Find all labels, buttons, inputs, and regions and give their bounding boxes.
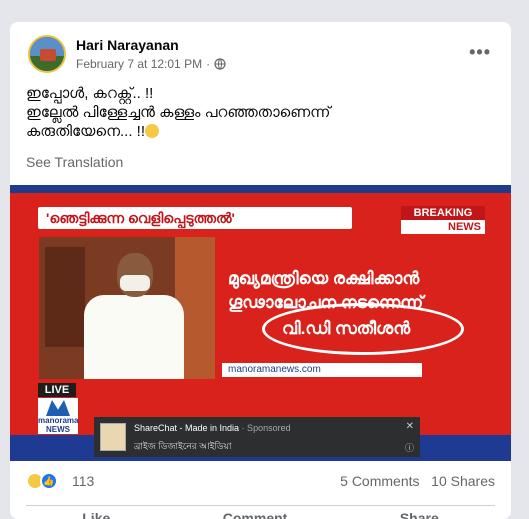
- close-icon[interactable]: ✕: [406, 421, 414, 432]
- info-icon[interactable]: ⓘ: [405, 441, 414, 454]
- globe-icon: [214, 58, 226, 70]
- person-figure: [79, 247, 189, 379]
- reaction-count[interactable]: 113: [72, 473, 94, 489]
- more-options-icon[interactable]: •••: [469, 42, 491, 63]
- highlight-circle: [262, 303, 464, 355]
- news-headline: 'ഞെട്ടിക്കുന്ന വെളിപ്പെടുത്തൽ': [38, 207, 352, 229]
- comment-button[interactable]: Comment: [223, 510, 288, 519]
- news-text-line: മുഖ്യമന്ത്രിയെ രക്ഷിക്കാൻ: [228, 269, 420, 288]
- post-image[interactable]: 'ഞെട്ടിക്കുന്ന വെളിപ്പെടുത്തൽ' BREAKING …: [10, 185, 511, 461]
- post-text-line: ഇല്ലേൽ പിള്ളേച്ചൻ കള്ളം പറഞ്ഞതാണെന്ന്: [26, 104, 331, 121]
- divider: [26, 505, 495, 506]
- ad-subtitle: ব্রাইজ ডিজাইনের আইডিয়া: [134, 441, 232, 451]
- grinning-emoji-icon: [145, 124, 160, 138]
- channel-logo: manorama NEWS: [38, 398, 78, 434]
- action-bar: Like Comment Share: [26, 510, 495, 519]
- video-frame: [39, 237, 215, 379]
- ad-banner[interactable]: ShareChat - Made in India · Sponsored ব্…: [94, 417, 420, 457]
- ad-thumbnail: [100, 423, 126, 451]
- like-button[interactable]: Like: [82, 510, 110, 519]
- post-card: Hari Narayanan February 7 at 12:01 PM · …: [10, 22, 511, 519]
- author-avatar[interactable]: [28, 35, 66, 73]
- post-stats: 👍 113 5 Comments 10 Shares: [26, 470, 495, 492]
- post-meta: February 7 at 12:01 PM ·: [76, 57, 226, 71]
- breaking-news-badge: BREAKING NEWS: [401, 206, 485, 234]
- live-badge: LIVE: [38, 383, 76, 397]
- top-bar: [10, 185, 511, 193]
- news-site: manoramanews.com: [222, 363, 422, 377]
- meta-separator: ·: [206, 57, 211, 71]
- comments-count[interactable]: 5 Comments: [340, 473, 419, 489]
- post-text-line: കരുതിയേനെ... !!: [26, 122, 496, 141]
- see-translation-link[interactable]: See Translation: [26, 154, 123, 170]
- post-text-line: ഇപ്പോൾ, കറക്റ്റ്.. !!: [26, 85, 154, 102]
- reaction-icons[interactable]: 👍: [26, 472, 62, 490]
- post-text: ഇപ്പോൾ, കറക്റ്റ്.. !! ഇല്ലേൽ പിള്ളേച്ചൻ …: [26, 84, 496, 141]
- share-button[interactable]: Share: [400, 510, 439, 519]
- like-reaction-icon: 👍: [40, 472, 58, 490]
- post-date[interactable]: February 7 at 12:01 PM: [76, 57, 202, 71]
- author-name[interactable]: Hari Narayanan: [76, 37, 179, 53]
- shares-count[interactable]: 10 Shares: [431, 473, 495, 489]
